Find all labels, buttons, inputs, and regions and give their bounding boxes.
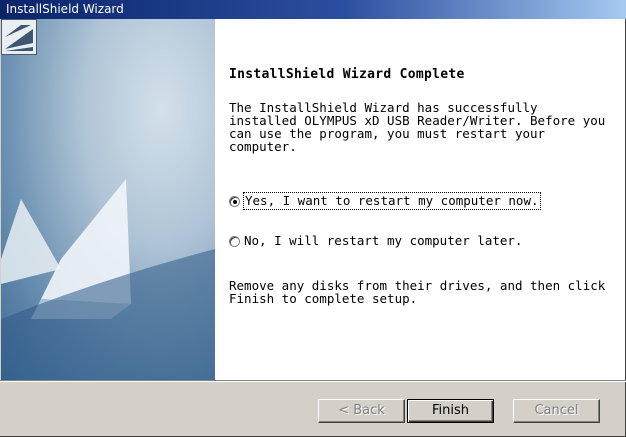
- wizard-side-panel: [1, 19, 215, 380]
- separator: [0, 380, 626, 382]
- wizard-content: InstallShield Wizard Complete The Instal…: [215, 19, 625, 380]
- sail-graphic-icon: [1, 179, 215, 380]
- finish-button[interactable]: Finish: [407, 399, 494, 423]
- window-title: InstallShield Wizard: [6, 2, 124, 16]
- restart-now-option[interactable]: Yes, I want to restart my computer now.: [229, 192, 541, 210]
- page-title: InstallShield Wizard Complete: [229, 67, 465, 82]
- restart-now-label[interactable]: Yes, I want to restart my computer now.: [243, 192, 541, 210]
- installshield-logo-icon: [1, 19, 37, 55]
- installshield-window: InstallShield Wizard InstallShield Wizar…: [0, 0, 626, 437]
- restart-later-option[interactable]: No, I will restart my computer later.: [229, 233, 522, 249]
- footer-note: Remove any disks from their drives, and …: [229, 278, 606, 306]
- radio-button-selected[interactable]: [229, 195, 240, 207]
- cancel-button[interactable]: Cancel: [513, 399, 600, 423]
- title-bar: InstallShield Wizard: [0, 0, 626, 19]
- restart-later-label[interactable]: No, I will restart my computer later.: [244, 233, 522, 249]
- back-button[interactable]: < Back: [318, 399, 405, 423]
- intro-text: The InstallShield Wizard has successfull…: [229, 100, 606, 154]
- radio-button[interactable]: [229, 235, 240, 247]
